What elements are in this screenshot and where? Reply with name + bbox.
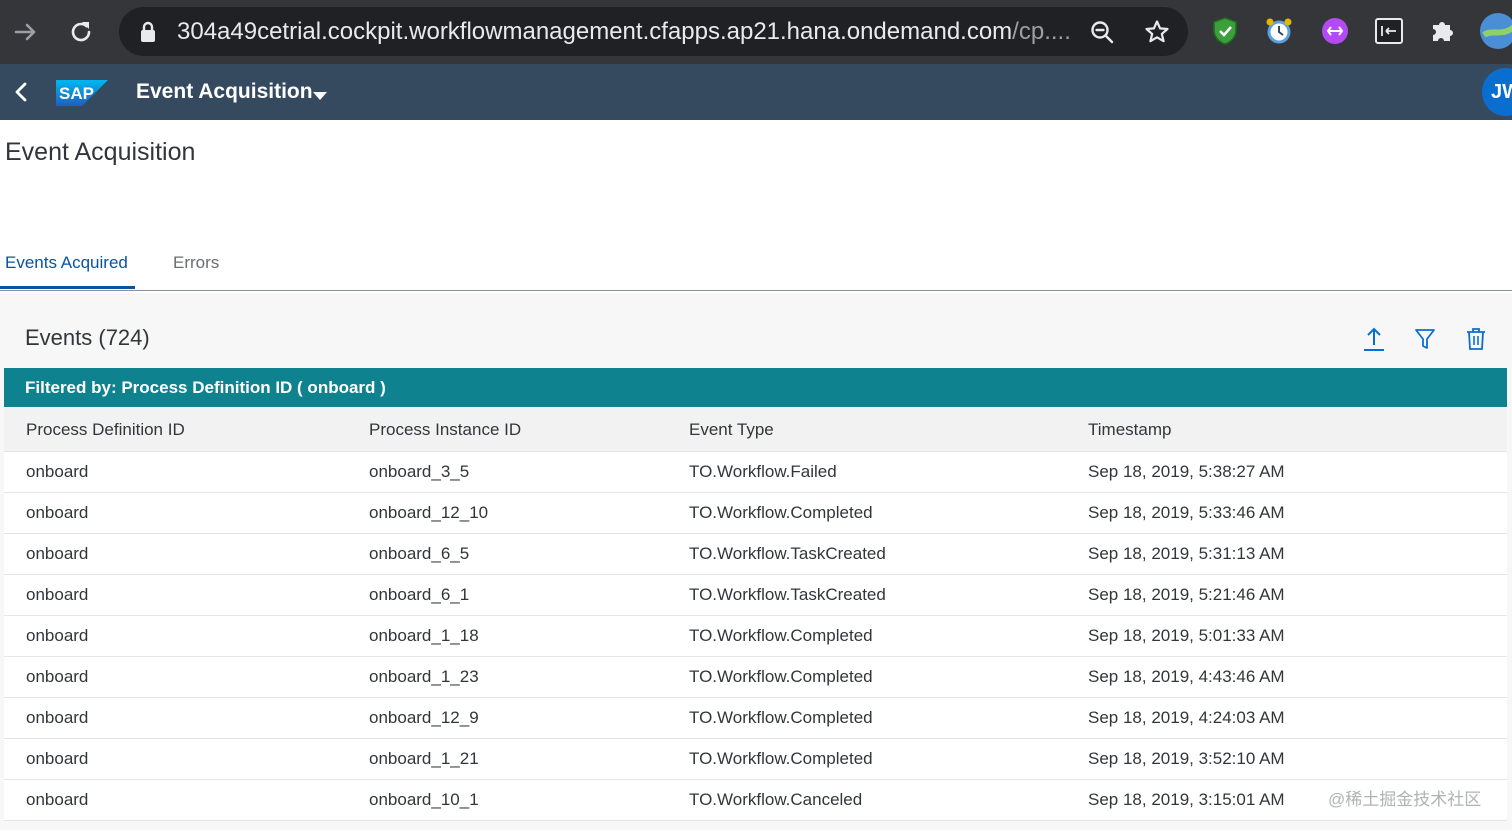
table-row[interactable]: onboard onboard_12_9 TO.Workflow.Completed…	[4, 698, 1507, 739]
table-header: Process Definition ID Process Instance I…	[4, 408, 1507, 452]
page-title: Event Acquisition	[5, 138, 196, 166]
column-header-event-type[interactable]: Event Type	[689, 408, 774, 451]
export-upload-icon[interactable]	[1358, 323, 1390, 355]
watermark: @稀土掘金技术社区	[1328, 790, 1482, 809]
puzzle-extensions-icon[interactable]	[1426, 14, 1460, 48]
cell-process-instance-id: onboard_12_9	[369, 708, 479, 727]
address-bar[interactable]: 304a49cetrial.cockpit.workflowmanagement…	[119, 7, 1188, 56]
table-row[interactable]: onboard onboard_1_18 TO.Workflow.Completed…	[4, 616, 1507, 657]
cell-timestamp: Sep 18, 2019, 3:52:10 AM	[1088, 749, 1285, 768]
cell-timestamp: Sep 18, 2019, 5:21:46 AM	[1088, 585, 1285, 604]
table-title: Events (724)	[25, 325, 150, 350]
cell-process-instance-id: onboard_1_21	[369, 749, 479, 768]
table-row[interactable]: onboard onboard_6_1 TO.Workflow.TaskCreate…	[4, 575, 1507, 616]
url-path: /cp....	[1012, 18, 1071, 45]
cell-timestamp: Sep 18, 2019, 5:38:27 AM	[1088, 462, 1285, 481]
column-header-timestamp[interactable]: Timestamp	[1088, 408, 1171, 451]
table-row[interactable]: onboard onboard_3_5 TO.Workflow.Failed Sep …	[4, 452, 1507, 493]
delete-trash-icon[interactable]	[1460, 323, 1492, 355]
active-tab-indicator	[0, 286, 135, 289]
cell-process-instance-id: onboard_3_5	[369, 462, 470, 481]
cell-process-definition-id: onboard	[26, 462, 89, 481]
tab-errors[interactable]: Errors	[173, 252, 219, 274]
cell-event-type: TO.Workflow.Completed	[689, 708, 873, 727]
tab-bar-divider	[0, 290, 1512, 291]
table-row[interactable]: onboard onboard_1_23 TO.Workflow.Completed…	[4, 657, 1507, 698]
cell-process-instance-id: onboard_6_5	[369, 544, 470, 563]
cell-timestamp: Sep 18, 2019, 4:43:46 AM	[1088, 667, 1285, 686]
alarm-clock-extension-icon[interactable]	[1262, 14, 1296, 48]
cell-process-definition-id: onboard	[26, 667, 89, 686]
cell-timestamp: Sep 18, 2019, 3:15:01 AM	[1088, 790, 1285, 809]
bookmark-star-icon[interactable]	[1142, 17, 1172, 47]
lock-icon[interactable]	[139, 21, 157, 48]
filter-info-bar[interactable]: Filtered by: Process Definition ID ( onb…	[4, 368, 1507, 407]
cell-timestamp: Sep 18, 2019, 5:33:46 AM	[1088, 503, 1285, 522]
cell-process-definition-id: onboard	[26, 626, 89, 645]
cell-process-instance-id: onboard_1_18	[369, 626, 479, 645]
cell-timestamp: Sep 18, 2019, 4:24:03 AM	[1088, 708, 1285, 727]
cell-process-instance-id: onboard_6_1	[369, 585, 470, 604]
purple-extension-icon[interactable]	[1318, 14, 1352, 48]
events-table: Process Definition ID Process Instance I…	[4, 408, 1507, 821]
cell-process-definition-id: onboard	[26, 503, 89, 522]
browser-toolbar: 304a49cetrial.cockpit.workflowmanagement…	[0, 0, 1512, 64]
filter-icon[interactable]	[1409, 323, 1441, 355]
table-row[interactable]: onboard onboard_1_21 TO.Workflow.Completed…	[4, 739, 1507, 780]
shell-bar: SAP Event Acquisition	[0, 64, 1512, 120]
url-host: 304a49cetrial.cockpit.workflowmanagement…	[177, 18, 1013, 45]
cell-event-type: TO.Workflow.Completed	[689, 749, 873, 768]
terminal-extension-icon[interactable]	[1372, 14, 1406, 48]
sap-logo[interactable]: SAP	[56, 80, 108, 106]
cell-process-instance-id: onboard_12_10	[369, 503, 489, 522]
table-row[interactable]: onboard onboard_10_1 TO.Workflow.Canceled S…	[4, 780, 1507, 821]
shield-extension-icon[interactable]	[1208, 14, 1242, 48]
reload-icon[interactable]	[63, 14, 99, 50]
cell-event-type: TO.Workflow.TaskCreated	[689, 544, 886, 563]
column-header-process-instance-id[interactable]: Process Instance ID	[369, 408, 521, 451]
table-row[interactable]: onboard onboard_6_5 TO.Workflow.TaskCreate…	[4, 534, 1507, 575]
cell-event-type: TO.Workflow.Completed	[689, 626, 873, 645]
cell-process-instance-id: onboard_10_1	[369, 790, 479, 809]
url-text: 304a49cetrial.cockpit.workflowmanagement…	[177, 18, 1071, 46]
cell-process-definition-id: onboard	[26, 708, 89, 727]
column-header-process-definition-id[interactable]: Process Definition ID	[26, 408, 185, 451]
shell-app-title[interactable]: Event Acquisition	[136, 78, 313, 106]
cell-process-definition-id: onboard	[26, 749, 89, 768]
cell-process-definition-id: onboard	[26, 585, 89, 604]
filter-info-text: Filtered by: Process Definition ID ( onb…	[25, 378, 386, 397]
sap-logo-text: SAP	[59, 84, 94, 103]
cell-timestamp: Sep 18, 2019, 5:01:33 AM	[1088, 626, 1285, 645]
table-row[interactable]: onboard onboard_12_10 TO.Workflow.Complete…	[4, 493, 1507, 534]
cell-process-definition-id: onboard	[26, 544, 89, 563]
forward-icon[interactable]	[8, 14, 44, 50]
cell-event-type: TO.Workflow.Completed	[689, 503, 873, 522]
cell-event-type: TO.Workflow.TaskCreated	[689, 585, 886, 604]
back-chevron-icon[interactable]	[8, 78, 34, 106]
tab-events-acquired[interactable]: Events Acquired	[5, 252, 128, 274]
zoom-icon[interactable]	[1087, 17, 1117, 47]
profile-avatar-icon[interactable]	[1478, 13, 1512, 49]
caret-down-icon[interactable]	[313, 88, 327, 106]
cell-event-type: TO.Workflow.Completed	[689, 667, 873, 686]
cell-timestamp: Sep 18, 2019, 5:31:13 AM	[1088, 544, 1285, 563]
cell-process-instance-id: onboard_1_23	[369, 667, 479, 686]
cell-event-type: TO.Workflow.Failed	[689, 462, 837, 481]
cell-process-definition-id: onboard	[26, 790, 89, 809]
cell-event-type: TO.Workflow.Canceled	[689, 790, 863, 809]
